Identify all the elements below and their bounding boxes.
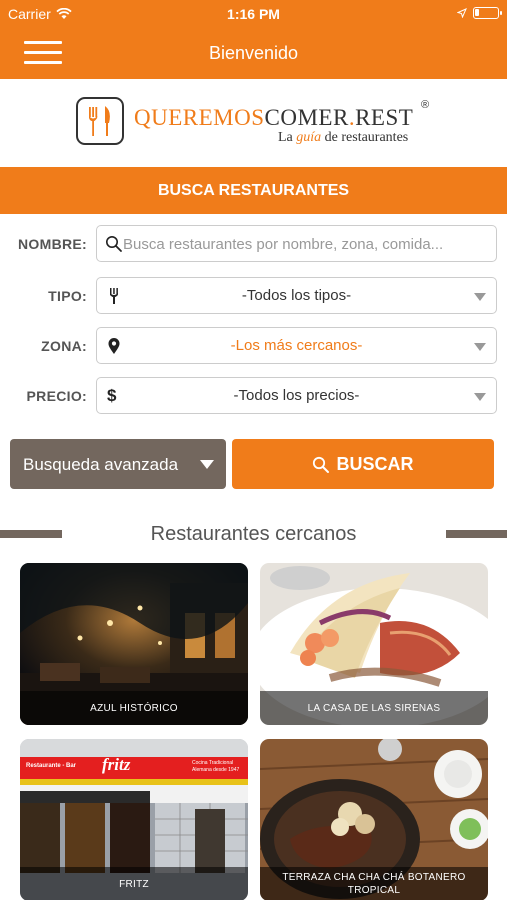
advanced-search-label: Busqueda avanzada	[23, 455, 179, 474]
precio-select[interactable]: $ -Todos los precios-	[96, 377, 497, 414]
search-button-label: BUSCAR	[336, 454, 414, 474]
nav-title: Bienvenido	[208, 43, 299, 63]
search-icon	[313, 456, 330, 473]
logo-area: QUEREMOSCOMER.REST ® La guía de restaura…	[0, 79, 507, 167]
restaurant-card-fritz[interactable]: Restaurante - Bar fritz Cocina Tradicion…	[20, 739, 248, 900]
search-input[interactable]	[123, 233, 493, 255]
chevron-down-icon	[474, 393, 486, 401]
precio-value: -Todos los precios-	[233, 387, 360, 404]
zona-value: -Los más cercanos-	[230, 337, 363, 354]
status-time: 1:16 PM	[227, 6, 280, 22]
zona-select[interactable]: -Los más cercanos-	[96, 327, 497, 364]
chevron-down-icon	[474, 343, 486, 351]
map-pin-icon	[108, 338, 120, 354]
restaurant-name: AZUL HISTÓRICO	[20, 691, 248, 725]
zona-label: ZONA:	[41, 338, 87, 354]
zona-row: ZONA: -Los más cercanos-	[0, 327, 507, 365]
restaurant-name: TERRAZA CHA CHA CHÁ BOTANERO TROPICAL	[260, 867, 488, 900]
advanced-search-button[interactable]: Busqueda avanzada	[10, 439, 226, 489]
restaurant-card-terraza-cha-cha-cha[interactable]: TERRAZA CHA CHA CHÁ BOTANERO TROPICAL	[260, 739, 488, 900]
location-arrow-icon	[457, 8, 467, 18]
status-right	[457, 7, 502, 19]
precio-label: PRECIO:	[26, 388, 87, 404]
search-icon	[106, 236, 122, 252]
search-banner: BUSCA RESTAURANTES	[0, 167, 507, 214]
nombre-label: NOMBRE:	[18, 236, 87, 252]
restaurant-name: FRITZ	[20, 867, 248, 900]
search-button[interactable]: BUSCAR	[232, 439, 494, 489]
tipo-select[interactable]: -Todos los tipos-	[96, 277, 497, 314]
dollar-icon: $	[107, 386, 117, 405]
tipo-value: -Todos los tipos-	[241, 287, 352, 304]
chevron-down-icon	[474, 293, 486, 301]
nav-bar: Bienvenido	[0, 28, 507, 79]
fritz-sign-right-2: Alemana desde 1947	[192, 767, 240, 773]
restaurant-name: LA CASA DE LAS SIRENAS	[260, 691, 488, 725]
caret-down-icon	[200, 460, 214, 469]
fork-knife-logo-icon	[76, 97, 124, 145]
registered-mark: ®	[421, 99, 430, 111]
restaurant-card-casa-sirenas[interactable]: LA CASA DE LAS SIRENAS	[260, 563, 488, 725]
logo-title: QUEREMOSCOMER.REST	[134, 105, 414, 130]
fritz-sign-left: Restaurante - Bar	[26, 763, 77, 769]
logo-subtitle: La guía de restaurantes	[278, 130, 409, 145]
precio-row: PRECIO: $ -Todos los precios-	[0, 377, 507, 415]
nombre-field[interactable]	[96, 225, 497, 262]
battery-fill	[475, 9, 479, 16]
section-title: Restaurantes cercanos	[150, 523, 357, 545]
fork-icon	[110, 288, 118, 304]
status-bar: Carrier 1:16 PM	[0, 0, 507, 28]
tipo-label: TIPO:	[48, 288, 87, 304]
tipo-row: TIPO: -Todos los tipos-	[0, 277, 507, 315]
fritz-sign-brand: fritz	[102, 755, 131, 774]
fritz-sign-right-1: Cocina Tradicional	[192, 760, 234, 766]
nombre-row: NOMBRE:	[0, 225, 507, 263]
battery-icon	[473, 7, 502, 19]
restaurant-card-azul-historico[interactable]: AZUL HISTÓRICO	[20, 563, 248, 725]
